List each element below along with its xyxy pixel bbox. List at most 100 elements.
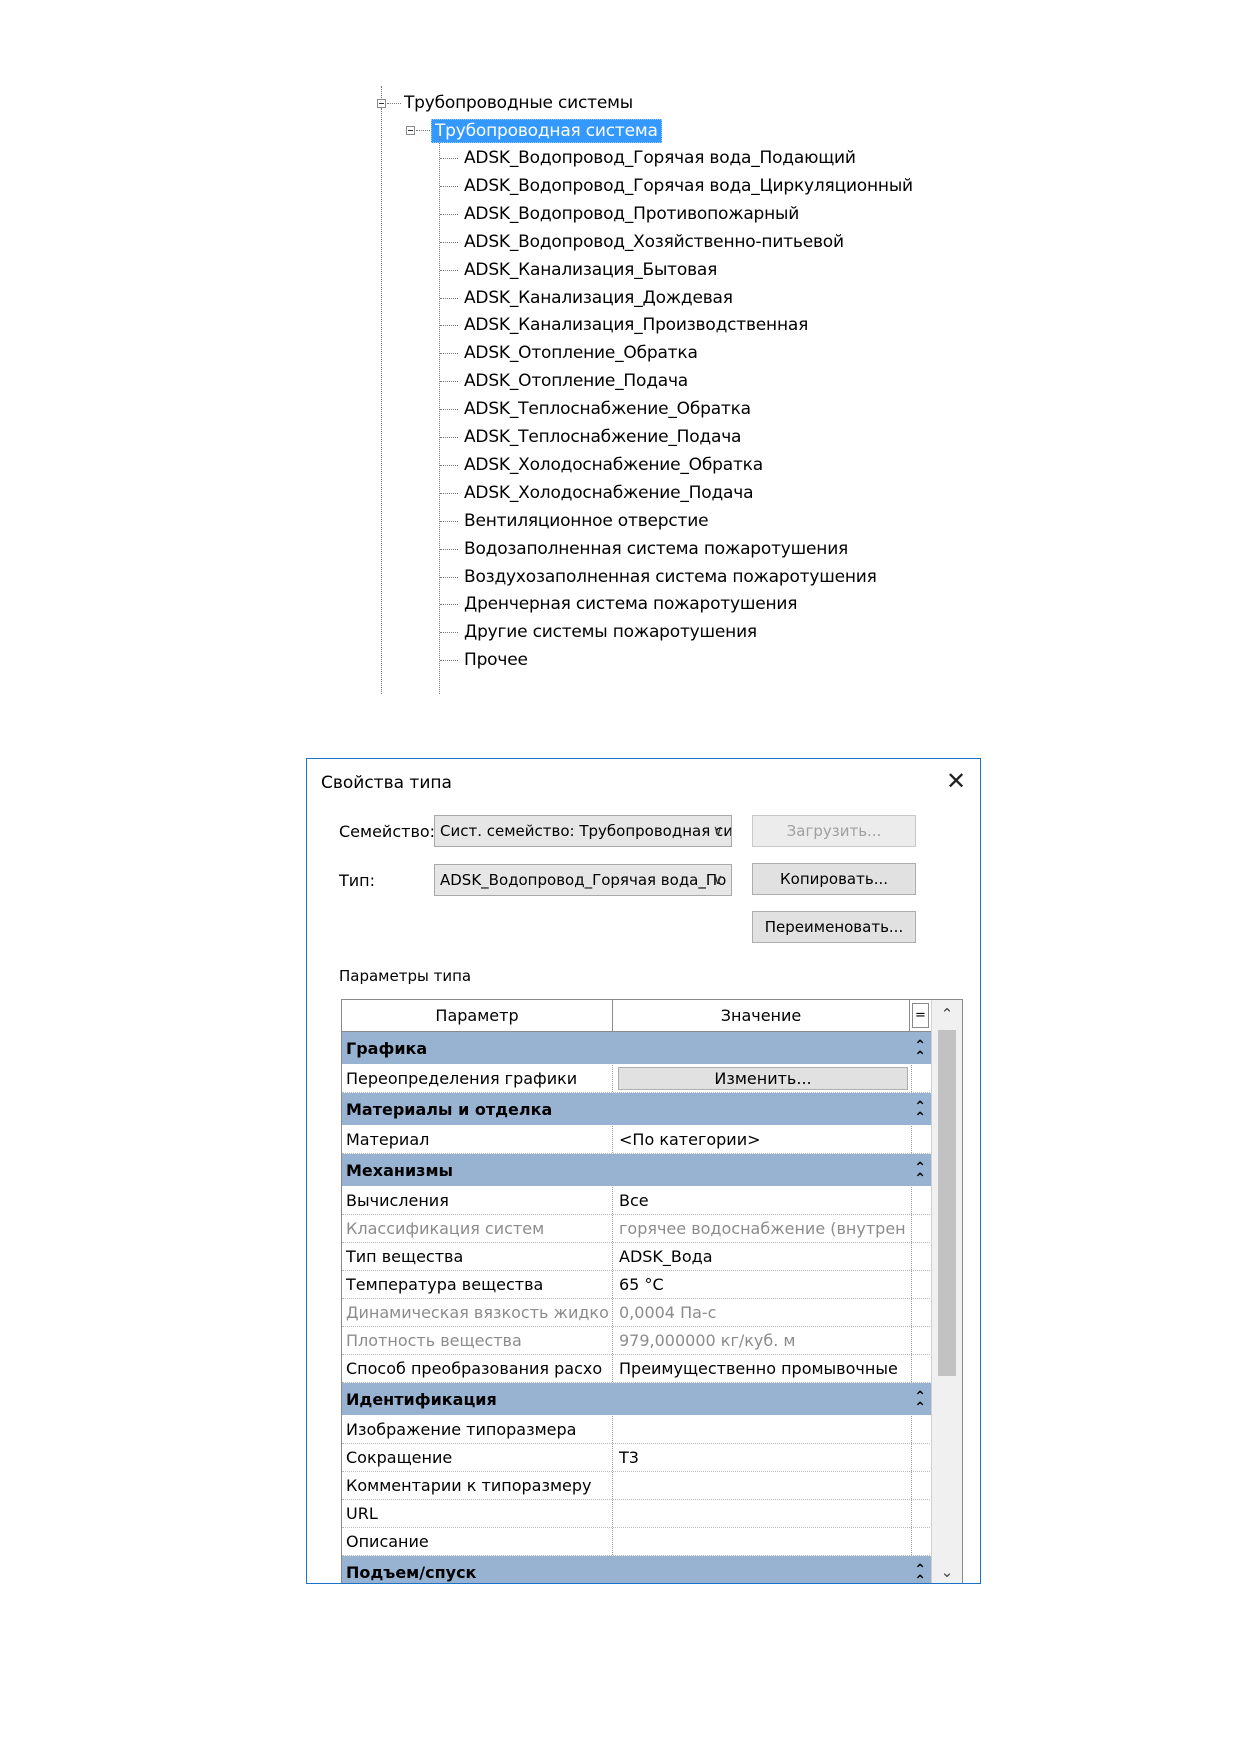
parameter-row[interactable]: Переопределения графики Изменить... bbox=[342, 1065, 932, 1093]
family-label: Семейство: bbox=[339, 822, 436, 841]
tree-connector bbox=[440, 576, 458, 578]
parameter-name: Температура вещества bbox=[346, 1275, 544, 1294]
parameter-row[interactable]: Изображение типоразмера bbox=[342, 1416, 932, 1444]
tree-leaf-node[interactable]: ADSK_Водопровод_Горячая вода_Подающий bbox=[464, 147, 856, 169]
tree-root-line bbox=[381, 86, 382, 100]
parameter-name: Изображение типоразмера bbox=[346, 1420, 577, 1439]
column-divider bbox=[911, 1299, 912, 1326]
pipe-systems-tree: Трубопроводные системы Трубопроводная си… bbox=[376, 86, 936, 694]
tree-connector bbox=[440, 185, 458, 187]
tree-leaf-node[interactable]: Водозаполненная система пожаротушения bbox=[464, 538, 848, 560]
parameter-row[interactable]: Комментарии к типоразмеру bbox=[342, 1472, 932, 1500]
tree-leaf-node[interactable]: Воздухозаполненная система пожаротушения bbox=[464, 566, 877, 588]
family-select[interactable]: Сист. семейство: Трубопроводная си ∨ bbox=[434, 815, 732, 847]
parameter-value[interactable]: Т3 bbox=[615, 1444, 911, 1471]
tree-leaf-node[interactable]: ADSK_Холодоснабжение_Обратка bbox=[464, 454, 763, 476]
parameter-value[interactable]: <По категории> bbox=[615, 1126, 911, 1153]
parameter-name: Классификация систем bbox=[346, 1219, 545, 1238]
parameter-value[interactable]: Все bbox=[615, 1187, 911, 1214]
type-select-value: ADSK_Водопровод_Горячая вода_По bbox=[440, 871, 727, 889]
grid-header: Параметр Значение = bbox=[342, 1000, 932, 1032]
edit-graphics-button[interactable]: Изменить... bbox=[618, 1067, 908, 1090]
load-button[interactable]: Загрузить... bbox=[752, 815, 916, 847]
parameter-value[interactable]: 65 °C bbox=[615, 1271, 911, 1298]
parameter-row[interactable]: Температура вещества 65 °C bbox=[342, 1271, 932, 1299]
tree-connector bbox=[440, 437, 458, 438]
column-divider bbox=[911, 1416, 912, 1443]
tree-leaf-node[interactable]: Дренчерная система пожаротушения bbox=[464, 593, 797, 615]
column-divider bbox=[612, 1243, 613, 1270]
tree-leaf-node[interactable]: ADSK_Отопление_Подача bbox=[464, 370, 688, 392]
column-header-parameter[interactable]: Параметр bbox=[342, 1000, 613, 1031]
collapse-group-icon[interactable]: ⌃ ⌃ bbox=[914, 1390, 926, 1415]
column-divider bbox=[911, 1472, 912, 1499]
collapse-group-icon[interactable]: ⌃ ⌃ bbox=[914, 1100, 926, 1125]
tree-connector bbox=[440, 492, 458, 494]
parameter-name: Способ преобразования расхо bbox=[346, 1359, 603, 1378]
type-parameters-caption: Параметры типа bbox=[339, 967, 472, 985]
tree-leaf-node[interactable]: Другие системы пожаротушения bbox=[464, 621, 757, 643]
tree-connector bbox=[440, 269, 458, 271]
tree-root-node[interactable]: Трубопроводные системы bbox=[404, 92, 633, 114]
group-header[interactable]: Механизмы ⌃ ⌃ bbox=[342, 1154, 932, 1187]
vertical-scrollbar[interactable]: ⌃ ⌄ bbox=[931, 1000, 962, 1583]
tree-leaf-node[interactable]: ADSK_Канализация_Бытовая bbox=[464, 259, 717, 281]
group-header[interactable]: Идентификация ⌃ ⌃ bbox=[342, 1383, 932, 1416]
parameter-row[interactable]: Тип вещества ADSK_Вода bbox=[342, 1243, 932, 1271]
parameter-row[interactable]: Сокращение Т3 bbox=[342, 1444, 932, 1472]
parameter-row[interactable]: Классификация систем горячее водоснабжени… bbox=[342, 1215, 932, 1243]
tree-leaf-node[interactable]: ADSK_Теплоснабжение_Подача bbox=[464, 426, 741, 448]
parameter-row[interactable]: Вычисления Все bbox=[342, 1187, 932, 1215]
collapse-icon[interactable] bbox=[406, 126, 415, 135]
tree-leaf-node[interactable]: ADSK_Водопровод_Противопожарный bbox=[464, 203, 799, 225]
parameter-value[interactable]: Преимущественно промывочные bbox=[615, 1355, 911, 1382]
group-header[interactable]: Графика ⌃ ⌃ bbox=[342, 1032, 932, 1065]
parameter-row[interactable]: Плотность вещества 979,000000 кг/куб. м bbox=[342, 1327, 932, 1355]
group-header[interactable]: Подъем/спуск ⌃ ⌃ bbox=[342, 1556, 932, 1583]
close-icon[interactable]: ✕ bbox=[942, 767, 970, 795]
tree-leaf-node[interactable]: ADSK_Теплоснабжение_Обратка bbox=[464, 398, 751, 420]
group-title: Механизмы bbox=[346, 1161, 453, 1180]
collapse-icon[interactable] bbox=[377, 99, 386, 108]
formula-column-button[interactable]: = bbox=[912, 1003, 929, 1028]
collapse-group-icon[interactable]: ⌃ ⌃ bbox=[914, 1039, 926, 1064]
tree-connector bbox=[440, 660, 458, 662]
tree-connector bbox=[440, 297, 458, 299]
group-title: Подъем/спуск bbox=[346, 1563, 477, 1582]
scroll-down-icon[interactable]: ⌄ bbox=[932, 1558, 962, 1583]
column-divider bbox=[612, 1444, 613, 1471]
tree-leaf-node[interactable]: ADSK_Водопровод_Горячая вода_Циркуляцион… bbox=[464, 175, 913, 197]
parameter-value[interactable]: ADSK_Вода bbox=[615, 1243, 911, 1270]
tree-node-selected[interactable]: Трубопроводная система bbox=[431, 119, 662, 143]
scrollbar-thumb[interactable] bbox=[938, 1030, 956, 1376]
collapse-group-icon[interactable]: ⌃ ⌃ bbox=[914, 1563, 926, 1583]
column-divider bbox=[612, 1126, 613, 1153]
parameter-name: Тип вещества bbox=[346, 1247, 464, 1266]
tree-leaf-node[interactable]: Вентиляционное отверстие bbox=[464, 510, 709, 532]
tree-connector bbox=[440, 548, 458, 550]
rename-button[interactable]: Переименовать... bbox=[752, 911, 916, 943]
parameter-name: Материал bbox=[346, 1130, 430, 1149]
grid-body: Графика ⌃ ⌃ Переопределения графики Изменить… bbox=[342, 1032, 932, 1583]
parameter-row[interactable]: Описание bbox=[342, 1528, 932, 1556]
parameter-row[interactable]: Материал <По категории> bbox=[342, 1126, 932, 1154]
collapse-group-icon[interactable]: ⌃ ⌃ bbox=[914, 1161, 926, 1186]
group-header[interactable]: Материалы и отделка ⌃ ⌃ bbox=[342, 1093, 932, 1126]
parameter-row[interactable]: Способ преобразования расхо Преимуществен… bbox=[342, 1355, 932, 1383]
tree-leaf-node[interactable]: ADSK_Отопление_Обратка bbox=[464, 342, 698, 364]
tree-leaf-node[interactable]: ADSK_Канализация_Дождевая bbox=[464, 287, 733, 309]
tree-leaf-node[interactable]: ADSK_Канализация_Производственная bbox=[464, 314, 808, 336]
column-divider bbox=[911, 1215, 912, 1242]
tree-leaf-node[interactable]: Прочее bbox=[464, 649, 528, 671]
copy-button[interactable]: Копировать... bbox=[752, 863, 916, 895]
parameter-row[interactable]: Динамическая вязкость жидко 0,0004 Па-с bbox=[342, 1299, 932, 1327]
column-divider bbox=[911, 1187, 912, 1214]
scroll-up-icon[interactable]: ⌃ bbox=[932, 1000, 962, 1028]
column-header-value[interactable]: Значение bbox=[613, 1000, 910, 1031]
tree-leaf-node[interactable]: ADSK_Холодоснабжение_Подача bbox=[464, 482, 754, 504]
parameter-row[interactable]: URL bbox=[342, 1500, 932, 1528]
tree-leaf-node[interactable]: ADSK_Водопровод_Хозяйственно-питьевой bbox=[464, 231, 844, 253]
column-divider bbox=[911, 1065, 912, 1092]
group-title: Материалы и отделка bbox=[346, 1100, 553, 1119]
type-select[interactable]: ADSK_Водопровод_Горячая вода_По ∨ bbox=[434, 864, 732, 896]
